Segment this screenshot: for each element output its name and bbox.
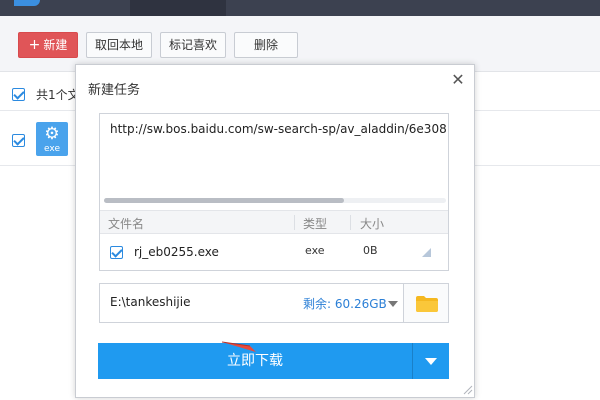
column-divider [350,215,351,230]
browse-folder-button[interactable] [403,283,449,323]
delete-button[interactable]: 删除 [234,32,298,58]
new-task-button[interactable]: + 新建 [18,32,78,58]
title-bar [0,0,600,16]
file-checkbox[interactable] [110,246,123,259]
free-space-text: 剩余: 60.26GB [303,297,387,311]
url-text: http://sw.bos.baidu.com/sw-search-sp/av_… [110,122,446,136]
mark-favorite-button[interactable]: 标记喜欢 [160,32,226,58]
retrieve-local-button[interactable]: 取回本地 [86,32,152,58]
close-icon[interactable]: ✕ [450,72,466,88]
chevron-down-icon[interactable] [388,301,398,307]
chevron-down-icon [425,358,437,365]
file-name: rj_eb0255.exe [134,245,219,259]
new-task-label: 新建 [43,38,68,52]
download-options-button[interactable] [413,343,449,379]
file-size: 0B [363,244,378,257]
column-divider [294,215,295,230]
column-header-type: 类型 [303,217,328,231]
dialog-title: 新建任务 [88,83,141,98]
resize-grip-icon[interactable] [463,385,473,395]
row-checkbox[interactable] [12,134,25,147]
plus-icon: + [28,37,41,53]
app-logo [14,0,40,6]
column-header-name: 文件名 [108,217,145,231]
resize-corner-icon [422,248,431,257]
active-tab[interactable] [130,0,226,16]
file-ext-label: exe [44,144,60,154]
cursor-arrow-icon [221,341,256,352]
new-task-dialog: 新建任务 ✕ http://sw.bos.baidu.com/sw-search… [75,64,475,398]
scrollbar-thumb[interactable] [104,198,344,203]
column-header-size: 大小 [360,217,385,231]
select-all-checkbox[interactable] [12,88,25,101]
horizontal-scrollbar[interactable] [104,198,446,203]
folder-icon [416,296,438,312]
file-count-text: 共1个文 [36,88,80,102]
file-table-header: 文件名 类型 大小 [100,210,448,234]
url-input[interactable]: http://sw.bos.baidu.com/sw-search-sp/av_… [99,113,449,271]
file-type: exe [305,244,325,257]
exe-file-icon: ⚙ exe [36,122,68,156]
save-path-text: E:\tankeshijie [110,295,191,309]
save-path-dropdown[interactable]: E:\tankeshijie 剩余: 60.26GB [99,283,404,323]
gear-icon: ⚙ [44,124,60,144]
